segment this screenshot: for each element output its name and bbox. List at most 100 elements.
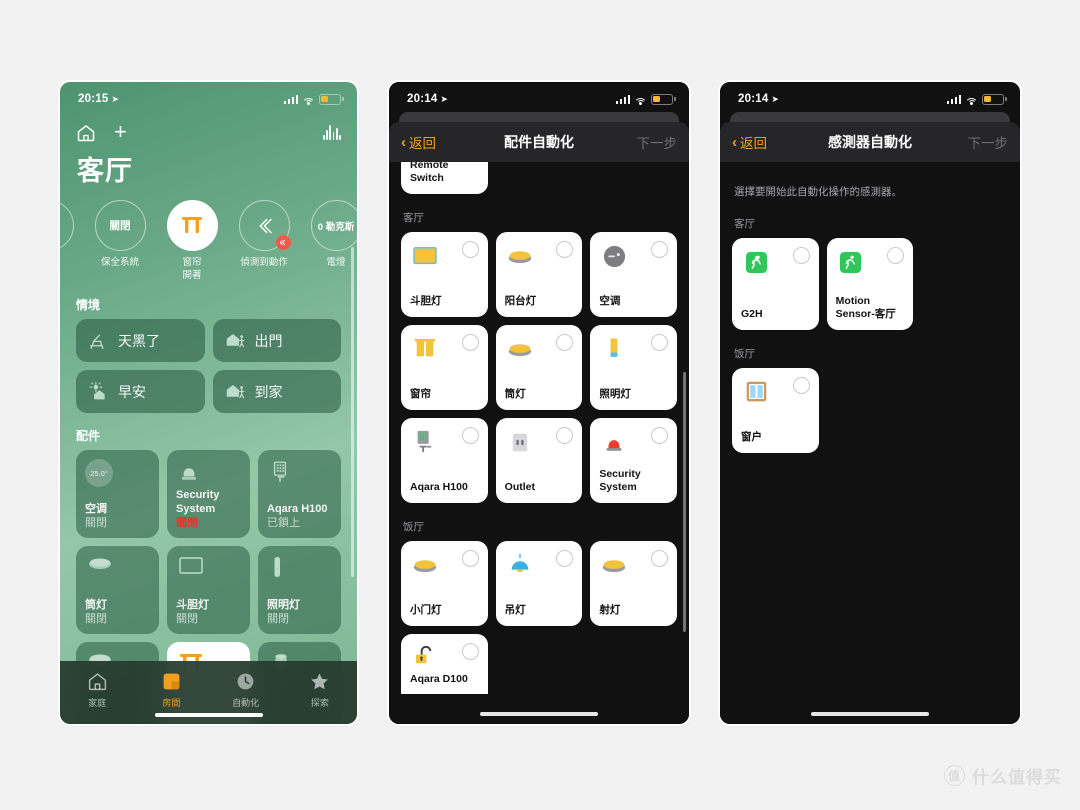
downlight-icon bbox=[89, 558, 111, 569]
accessory-card[interactable]: 阳台灯 bbox=[495, 232, 583, 317]
selection-circle-icon[interactable] bbox=[792, 377, 810, 394]
accessory-tile-lightstrip[interactable]: 照明灯 關閉 bbox=[258, 546, 341, 634]
chevron-left-icon: ‹ bbox=[732, 133, 737, 151]
selection-circle-icon[interactable] bbox=[650, 550, 668, 567]
back-button[interactable]: ‹ 返回 bbox=[732, 132, 767, 152]
status-circle-motion[interactable]: 偵測到動作 bbox=[232, 200, 296, 269]
audio-waveform-icon[interactable] bbox=[322, 124, 341, 140]
accessory-card[interactable]: 照明灯 bbox=[590, 325, 677, 410]
accessory-tile-lock[interactable]: Aqara H100 已鎖上 bbox=[258, 450, 341, 538]
back-label: 返回 bbox=[409, 136, 436, 151]
battery-low-icon bbox=[651, 93, 676, 105]
status-circle-thermostat[interactable]: ◦ bbox=[60, 200, 80, 256]
status-bar-left: 20:14 ➤ bbox=[738, 93, 779, 105]
accessory-card[interactable]: Aqara H100 bbox=[401, 418, 488, 503]
next-button[interactable]: 下一步 bbox=[637, 132, 678, 152]
selection-circle-icon[interactable] bbox=[461, 643, 479, 660]
status-circle-shape bbox=[238, 200, 291, 251]
tab-rooms[interactable]: 房間 bbox=[134, 669, 208, 709]
back-button[interactable]: ‹ 返回 bbox=[401, 132, 436, 152]
home-icon[interactable] bbox=[76, 123, 96, 142]
selection-circle-icon[interactable] bbox=[461, 427, 479, 444]
tab-discover[interactable]: 探索 bbox=[283, 669, 357, 709]
scenes-section-title: 情境 bbox=[76, 298, 101, 312]
selection-circle-icon[interactable] bbox=[650, 241, 668, 258]
accessory-card-name: 吊灯 bbox=[504, 604, 526, 616]
selection-circle-icon[interactable] bbox=[461, 550, 479, 567]
accessory-card[interactable]: Aqara D100 bbox=[401, 634, 488, 694]
battery-low-icon bbox=[319, 93, 344, 105]
accessory-card[interactable]: 斗胆灯 bbox=[401, 232, 488, 317]
accessory-card[interactable]: 射灯 bbox=[590, 541, 677, 626]
selection-circle-icon[interactable] bbox=[650, 427, 668, 444]
accessory-card[interactable]: 小门灯 bbox=[401, 541, 488, 626]
accessory-state: 已鎖上 bbox=[267, 517, 300, 529]
accessory-card[interactable]: 吊灯 bbox=[495, 541, 583, 626]
selection-circle-icon[interactable] bbox=[556, 427, 574, 444]
padlock-open-icon bbox=[410, 643, 440, 668]
home-indicator[interactable] bbox=[154, 713, 263, 717]
tab-label: 自動化 bbox=[232, 698, 260, 708]
selection-circle-icon[interactable] bbox=[556, 241, 574, 258]
selection-circle-icon[interactable] bbox=[650, 334, 668, 351]
scene-button-2[interactable]: 出門 bbox=[212, 319, 341, 362]
selection-circle-icon[interactable] bbox=[792, 247, 810, 264]
scroll-indicator[interactable] bbox=[351, 247, 354, 577]
status-circle-curtain[interactable]: 窗帘 開著 bbox=[160, 200, 224, 282]
accessory-tile-ac[interactable]: 25.0° 空调 關閉 bbox=[76, 450, 159, 538]
chevron-left-icon: ‹ bbox=[401, 133, 406, 151]
sensor-card[interactable]: Motion Sensor-客厅 bbox=[826, 238, 914, 330]
status-circle-label: 電燈 bbox=[326, 257, 346, 268]
window-icon bbox=[741, 377, 771, 407]
accessory-card-name: 窗帘 bbox=[410, 388, 431, 400]
plus-icon[interactable]: + bbox=[114, 121, 127, 143]
accessory-state: 關閉 bbox=[85, 613, 107, 625]
sensor-card[interactable]: 窗户 bbox=[732, 368, 819, 453]
status-circle-lux[interactable]: 0 勒克斯 電燈 bbox=[304, 200, 357, 269]
accessory-state: 關閉 bbox=[176, 613, 198, 625]
sunrise-house-icon bbox=[89, 382, 105, 400]
tab-automation[interactable]: 自動化 bbox=[209, 669, 283, 709]
accessory-card[interactable]: 筒灯 bbox=[495, 325, 583, 410]
house-arrive-icon bbox=[226, 384, 244, 399]
selection-circle-icon[interactable] bbox=[556, 550, 574, 567]
selection-circle-icon[interactable] bbox=[461, 334, 479, 351]
sensor-card[interactable]: G2H bbox=[732, 238, 819, 330]
scroll-indicator[interactable] bbox=[683, 372, 686, 632]
outlet-icon bbox=[505, 427, 535, 457]
status-circle-label: 偵測到動作 bbox=[240, 257, 288, 268]
location-arrow-icon: ➤ bbox=[771, 93, 780, 104]
next-button[interactable]: 下一步 bbox=[968, 132, 1009, 152]
accessory-name: Security System bbox=[176, 489, 220, 515]
sensor-card-name: Motion Sensor-客厅 bbox=[835, 295, 896, 320]
accessory-card[interactable]: Outlet bbox=[495, 418, 583, 503]
scene-button-1[interactable]: 天黑了 bbox=[76, 319, 205, 362]
selection-circle-icon[interactable] bbox=[887, 247, 905, 264]
scene-button-3[interactable]: 早安 bbox=[76, 370, 205, 413]
accessory-name: 斗胆灯 bbox=[176, 599, 209, 611]
status-circle-shape bbox=[166, 200, 218, 251]
accessory-card-name: 小门灯 bbox=[410, 604, 442, 616]
accessory-card[interactable]: 窗帘 bbox=[401, 325, 488, 410]
accessory-name: 照明灯 bbox=[267, 599, 300, 611]
smart-lock-icon bbox=[273, 461, 287, 482]
accessory-tile-security[interactable]: Security System 關閉 bbox=[167, 450, 250, 538]
accessory-card-name: 斗胆灯 bbox=[410, 295, 442, 307]
motion-badge bbox=[275, 235, 291, 250]
status-circle-security[interactable]: 關閉 保全系統 bbox=[88, 200, 152, 269]
selection-circle-icon[interactable] bbox=[556, 334, 574, 351]
group-title-living-room: 客厅 bbox=[734, 218, 755, 230]
accessory-card-name: 筒灯 bbox=[504, 388, 526, 400]
accessory-card[interactable]: 空调 bbox=[590, 232, 677, 317]
accessory-tile-panellight[interactable]: 斗胆灯 關閉 bbox=[167, 546, 250, 634]
scene-button-4[interactable]: 到家 bbox=[212, 370, 341, 413]
accessory-card[interactable]: Security System bbox=[590, 418, 677, 503]
home-indicator[interactable] bbox=[811, 712, 929, 716]
accessory-tile-downlight[interactable]: 筒灯 關閉 bbox=[76, 546, 159, 634]
room-header-icons: + bbox=[76, 116, 341, 148]
accessory-name: Aqara H100 bbox=[267, 503, 328, 515]
selection-circle-icon[interactable] bbox=[461, 241, 479, 258]
tab-home[interactable]: 家庭 bbox=[60, 669, 134, 709]
scene-label: 早安 bbox=[118, 383, 146, 400]
home-indicator[interactable] bbox=[480, 712, 598, 716]
